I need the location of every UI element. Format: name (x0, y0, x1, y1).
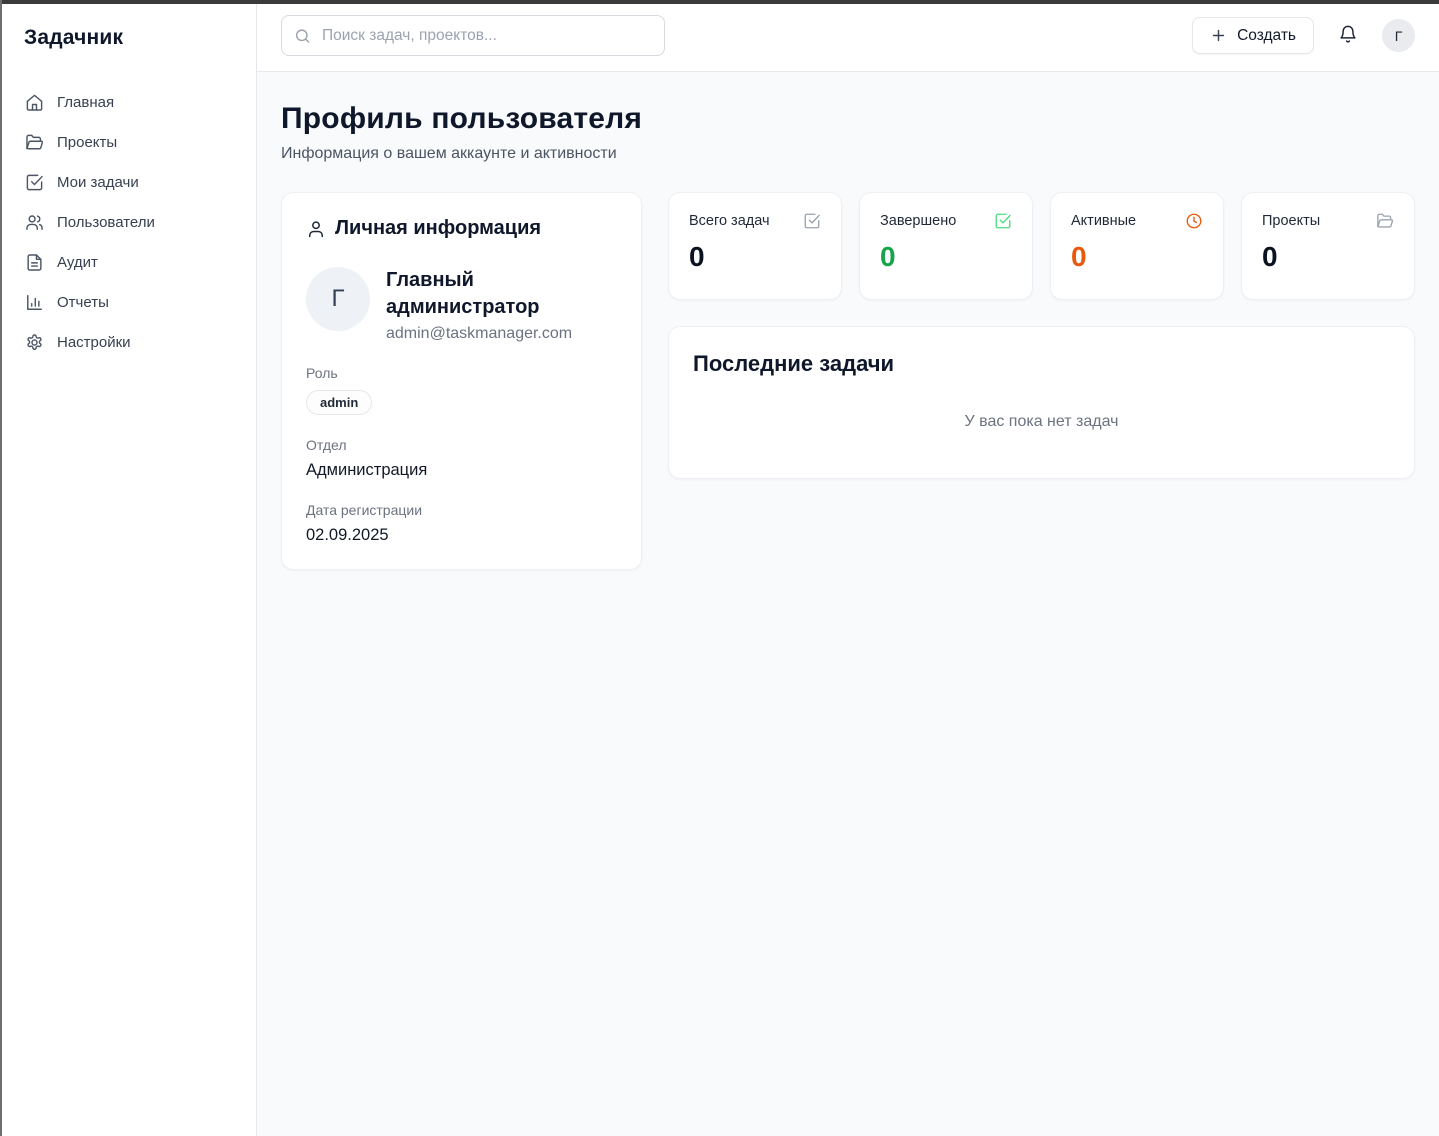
personal-info-card: Личная информация Г Главный администрато… (281, 192, 642, 570)
role-label: Роль (306, 365, 617, 381)
profile-identity: Г Главный администратор admin@taskmanage… (306, 267, 617, 343)
folder-open-icon (24, 132, 44, 152)
role-badge: admin (306, 390, 372, 415)
sidebar-item-reports[interactable]: Отчеты (16, 284, 240, 320)
right-column: Всего задач 0 Завершено 0 (668, 192, 1415, 479)
header-actions: Создать Г (1192, 17, 1415, 54)
sidebar-item-label: Проекты (57, 134, 117, 151)
page-content: Профиль пользователя Информация о вашем … (257, 72, 1439, 594)
sidebar-item-label: Аудит (57, 254, 98, 271)
sidebar-nav: Главная Проекты Мои задачи Пользователи … (16, 84, 240, 360)
search-icon (294, 27, 311, 44)
clock-icon (1185, 212, 1203, 230)
home-icon (24, 92, 44, 112)
department-value: Администрация (306, 461, 617, 480)
stat-value: 0 (1262, 241, 1394, 273)
notifications-button[interactable] (1336, 22, 1360, 49)
check-square-icon (994, 212, 1012, 230)
user-avatar[interactable]: Г (1382, 19, 1415, 52)
profile-identity-text: Главный администратор admin@taskmanager.… (386, 267, 617, 343)
stat-label: Активные (1071, 213, 1136, 229)
gear-icon (24, 332, 44, 352)
stat-label: Проекты (1262, 213, 1320, 229)
app-logo: Задачник (16, 26, 240, 50)
users-icon (24, 212, 44, 232)
personal-info-title: Личная информация (335, 217, 541, 240)
sidebar-item-label: Настройки (57, 334, 131, 351)
search-input[interactable] (281, 15, 665, 56)
sidebar-item-label: Пользователи (57, 214, 155, 231)
stat-value: 0 (880, 241, 1012, 273)
create-button[interactable]: Создать (1192, 17, 1314, 54)
department-label: Отдел (306, 437, 617, 453)
sidebar-item-audit[interactable]: Аудит (16, 244, 240, 280)
stat-card-active: Активные 0 (1050, 192, 1224, 300)
registration-date-value: 02.09.2025 (306, 526, 617, 545)
profile-name: Главный администратор (386, 267, 617, 321)
sidebar-item-projects[interactable]: Проекты (16, 124, 240, 160)
app-root: Задачник Главная Проекты Мои задачи Поль… (0, 0, 1439, 1136)
profile-email: admin@taskmanager.com (386, 325, 617, 343)
recent-tasks-title: Последние задачи (693, 351, 1390, 377)
stat-value: 0 (689, 241, 821, 273)
stat-card-header: Всего задач (689, 212, 821, 230)
window-left-edge (0, 0, 2, 1136)
plus-icon (1210, 27, 1227, 44)
sidebar: Задачник Главная Проекты Мои задачи Поль… (0, 0, 257, 1136)
recent-tasks-empty-state: У вас пока нет задач (693, 377, 1390, 454)
stat-value: 0 (1071, 241, 1203, 273)
stat-card-header: Проекты (1262, 212, 1394, 230)
file-text-icon (24, 252, 44, 272)
personal-info-title-row: Личная информация (306, 217, 617, 240)
stat-label: Всего задач (689, 213, 770, 229)
page-subtitle: Информация о вашем аккаунте и активности (281, 145, 1415, 163)
user-icon (306, 219, 326, 239)
create-button-label: Создать (1237, 27, 1296, 45)
sidebar-item-label: Главная (57, 94, 114, 111)
window-top-edge (0, 0, 1439, 4)
sidebar-item-my-tasks[interactable]: Мои задачи (16, 164, 240, 200)
sidebar-item-users[interactable]: Пользователи (16, 204, 240, 240)
sidebar-item-settings[interactable]: Настройки (16, 324, 240, 360)
main-area: Создать Г Профиль пользователя Информаци… (257, 0, 1439, 1136)
stat-card-header: Завершено (880, 212, 1012, 230)
stat-card-projects: Проекты 0 (1241, 192, 1415, 300)
sidebar-item-label: Отчеты (57, 294, 109, 311)
bell-icon (1338, 24, 1358, 47)
stat-card-completed: Завершено 0 (859, 192, 1033, 300)
stat-card-total-tasks: Всего задач 0 (668, 192, 842, 300)
recent-tasks-card: Последние задачи У вас пока нет задач (668, 326, 1415, 479)
profile-avatar: Г (306, 267, 370, 331)
page-title: Профиль пользователя (281, 102, 1415, 136)
sidebar-item-label: Мои задачи (57, 174, 139, 191)
folder-open-icon (1376, 212, 1394, 230)
stat-card-header: Активные (1071, 212, 1203, 230)
check-square-icon (24, 172, 44, 192)
search-box (281, 15, 665, 56)
top-header: Создать Г (257, 0, 1439, 72)
stat-label: Завершено (880, 213, 956, 229)
sidebar-item-home[interactable]: Главная (16, 84, 240, 120)
bar-chart-icon (24, 292, 44, 312)
content-grid: Личная информация Г Главный администрато… (281, 192, 1415, 570)
registration-date-label: Дата регистрации (306, 502, 617, 518)
check-square-icon (803, 212, 821, 230)
stats-row: Всего задач 0 Завершено 0 (668, 192, 1415, 300)
